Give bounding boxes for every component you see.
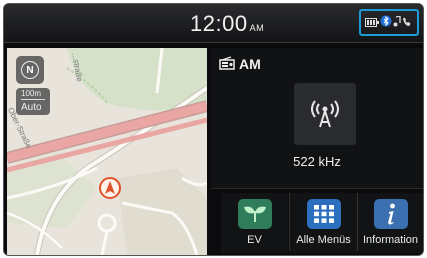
all-menus-button[interactable]: Alle Menüs <box>290 193 357 253</box>
map-view-mode: Auto <box>21 102 42 113</box>
radio-widget[interactable]: AM 522 kHz <box>211 48 423 189</box>
leaf-icon <box>238 199 272 229</box>
status-bar: 12:00 AM <box>4 4 423 43</box>
zoom-control[interactable]: 100m Auto <box>16 88 50 115</box>
compass-icon: N <box>21 61 39 79</box>
grid-icon <box>307 199 341 229</box>
navigation-map[interactable]: ...straße Ober-Straße N 100m Auto <box>7 48 207 255</box>
phone-icon <box>402 14 413 32</box>
head-unit-screen: 12:00 AM ...straße Ober-Straße N 100m Au… <box>3 3 424 256</box>
map-scale: 100m <box>21 89 42 98</box>
information-button[interactable]: Information <box>358 193 423 253</box>
scale-bar <box>21 99 45 100</box>
battery-icon <box>364 14 379 32</box>
antenna-icon <box>294 83 356 145</box>
ev-button[interactable]: EV <box>221 193 288 253</box>
status-icons-group[interactable] <box>359 9 419 36</box>
compass-button[interactable]: N <box>16 56 44 84</box>
radio-icon <box>219 56 235 75</box>
vehicle-position-icon <box>99 177 121 199</box>
ev-button-label: EV <box>247 234 262 246</box>
bluetooth-icon <box>380 14 392 32</box>
radio-band: AM <box>239 56 261 72</box>
information-button-label: Information <box>362 234 419 246</box>
clock-time: 12:00 <box>190 11 248 36</box>
all-menus-button-label: Alle Menüs <box>296 234 351 246</box>
info-icon <box>374 199 408 229</box>
clock[interactable]: 12:00 AM <box>190 11 264 37</box>
music-note-icon <box>393 14 401 32</box>
radio-frequency: 522 kHz <box>293 154 341 169</box>
clock-ampm: AM <box>249 23 265 33</box>
